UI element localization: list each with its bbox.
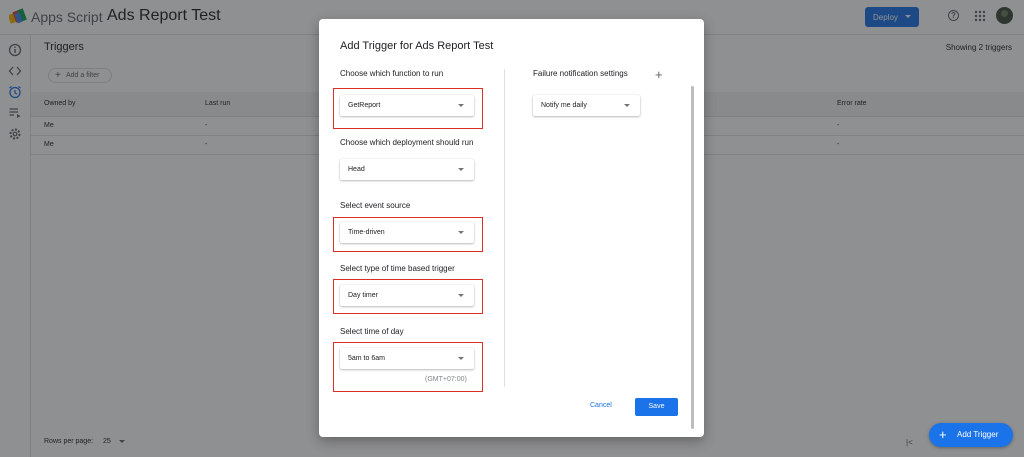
dropdown-arrow-icon (458, 231, 464, 234)
column-divider (504, 69, 505, 387)
cancel-button[interactable]: Cancel (590, 402, 612, 409)
dialog-title: Add Trigger for Ads Report Test (340, 40, 494, 52)
function-select-value: GetReport (348, 102, 381, 109)
add-trigger-label: Add Trigger (957, 430, 999, 439)
dropdown-arrow-icon (458, 168, 464, 171)
function-select[interactable]: GetReport (340, 95, 474, 116)
deployment-label: Choose which deployment should run (340, 138, 474, 147)
dialog-scrollbar[interactable] (691, 86, 694, 429)
time-of-day-select-value: 5am to 6am (348, 355, 385, 362)
event-source-select-value: Time-driven (348, 229, 385, 236)
failure-notification-select[interactable]: Notify me daily (533, 95, 640, 116)
save-button[interactable]: Save (635, 398, 678, 416)
dropdown-arrow-icon (624, 104, 630, 107)
add-trigger-button[interactable]: + Add Trigger (929, 423, 1013, 447)
dropdown-arrow-icon (458, 104, 464, 107)
plus-icon: + (939, 427, 947, 442)
trigger-type-select[interactable]: Day timer (340, 285, 474, 306)
deployment-select-value: Head (348, 166, 365, 173)
dropdown-arrow-icon (458, 294, 464, 297)
trigger-type-select-value: Day timer (348, 292, 378, 299)
failure-notification-label: Failure notification settings (533, 69, 628, 78)
function-label: Choose which function to run (340, 69, 444, 78)
add-notification-icon[interactable]: + (655, 67, 663, 82)
deployment-select[interactable]: Head (340, 159, 474, 180)
event-source-select[interactable]: Time-driven (340, 222, 474, 243)
dropdown-arrow-icon (458, 357, 464, 360)
add-trigger-dialog: Add Trigger for Ads Report Test Choose w… (319, 19, 704, 437)
time-of-day-select[interactable]: 5am to 6am (340, 348, 474, 369)
trigger-type-label: Select type of time based trigger (340, 264, 455, 273)
timezone-note: (GMT+07:00) (425, 376, 467, 383)
event-source-label: Select event source (340, 201, 411, 210)
time-of-day-label: Select time of day (340, 327, 404, 336)
failure-notification-value: Notify me daily (541, 102, 587, 109)
